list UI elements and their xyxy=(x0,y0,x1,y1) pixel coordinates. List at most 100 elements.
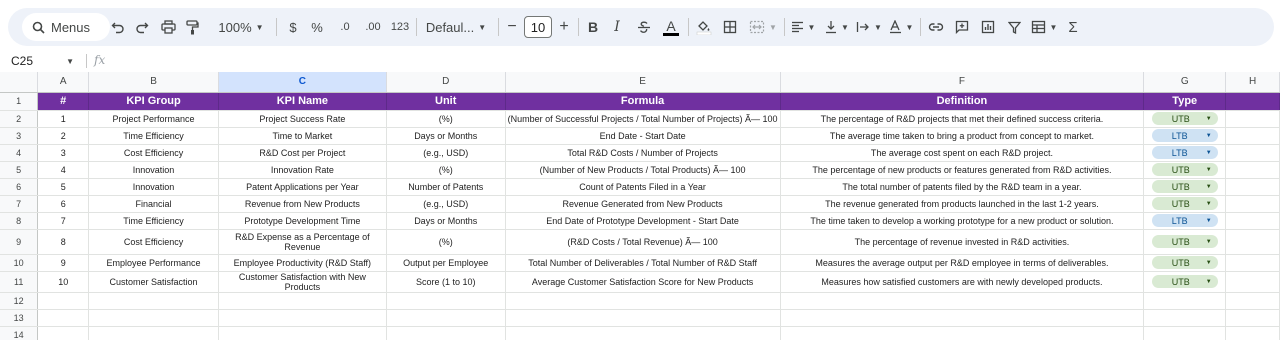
cell-name[interactable]: R&D Expense as a Percentage of Revenue xyxy=(218,229,387,255)
cell-group[interactable]: Time Efficiency xyxy=(88,212,219,230)
merge-cells-button[interactable]: ▼ xyxy=(746,8,780,46)
cell[interactable] xyxy=(88,309,219,327)
cell[interactable] xyxy=(88,292,219,310)
cell[interactable] xyxy=(1225,292,1280,310)
paint-format-button[interactable] xyxy=(182,8,202,46)
cell-group[interactable]: Time Efficiency xyxy=(88,127,219,145)
cell[interactable] xyxy=(37,309,90,327)
cell[interactable] xyxy=(1143,326,1227,340)
cell-n[interactable]: 4 xyxy=(37,161,90,179)
row-header-14[interactable]: 14 xyxy=(0,326,39,340)
type-cell[interactable]: UTB ▼ xyxy=(1143,271,1227,293)
cell-n[interactable]: 8 xyxy=(37,229,90,255)
cell-formula[interactable]: (Number of Successful Projects / Total N… xyxy=(505,110,781,128)
row-header-5[interactable]: 5 xyxy=(0,161,39,179)
currency-format-button[interactable]: $ xyxy=(284,8,302,46)
cell-formula[interactable]: End Date of Prototype Development - Star… xyxy=(505,212,781,230)
type-cell[interactable]: LTB ▼ xyxy=(1143,212,1227,230)
more-formats-button[interactable]: 123 xyxy=(388,8,412,46)
decrease-font-size-button[interactable]: − xyxy=(504,8,520,46)
row-header-11[interactable]: 11 xyxy=(0,271,39,293)
row-header-8[interactable]: 8 xyxy=(0,212,39,230)
font-family-select[interactable]: Defaul... ▼ xyxy=(420,8,492,46)
type-cell[interactable]: LTB ▼ xyxy=(1143,127,1227,145)
cell[interactable] xyxy=(1225,309,1280,327)
filter-views-button[interactable]: ▼ xyxy=(1028,8,1060,46)
borders-button[interactable] xyxy=(720,8,740,46)
cell-n[interactable]: 6 xyxy=(37,195,90,213)
cell-unit[interactable]: (%) xyxy=(386,110,506,128)
type-cell[interactable]: LTB ▼ xyxy=(1143,144,1227,162)
cell-formula[interactable]: Revenue Generated from New Products xyxy=(505,195,781,213)
cell-unit[interactable]: Number of Patents xyxy=(386,178,506,196)
row-header-9[interactable]: 9 xyxy=(0,229,39,255)
cell-formula[interactable]: Count of Patents Filed in a Year xyxy=(505,178,781,196)
cell[interactable] xyxy=(1225,178,1280,196)
cell-unit[interactable]: Score (1 to 10) xyxy=(386,271,506,293)
print-button[interactable] xyxy=(158,8,178,46)
cell-name[interactable]: Revenue from New Products xyxy=(218,195,387,213)
cell[interactable] xyxy=(1143,309,1227,327)
cell-group[interactable]: Project Performance xyxy=(88,110,219,128)
type-cell[interactable]: UTB ▼ xyxy=(1143,161,1227,179)
column-title[interactable]: Unit xyxy=(386,92,506,111)
select-all-corner[interactable] xyxy=(0,72,39,93)
name-box[interactable]: C25 ▼ xyxy=(8,52,80,70)
type-cell[interactable]: UTB ▼ xyxy=(1143,110,1227,128)
cell-unit[interactable]: Days or Months xyxy=(386,212,506,230)
cell[interactable] xyxy=(386,309,506,327)
cell-n[interactable]: 10 xyxy=(37,271,90,293)
cell-name[interactable]: Customer Satisfaction with New Products xyxy=(218,271,387,293)
cell-definition[interactable]: The percentage of R&D projects that met … xyxy=(780,110,1145,128)
redo-button[interactable] xyxy=(132,8,152,46)
strikethrough-button[interactable] xyxy=(634,8,654,46)
cell-definition[interactable]: The percentage of new products or featur… xyxy=(780,161,1145,179)
column-title[interactable]: KPI Name xyxy=(218,92,387,111)
cell-definition[interactable]: The time taken to develop a working prot… xyxy=(780,212,1145,230)
column-header-h[interactable]: H xyxy=(1225,72,1280,93)
column-header-d[interactable]: D xyxy=(386,72,506,93)
row-header-2[interactable]: 2 xyxy=(0,110,39,128)
cell-unit[interactable]: (%) xyxy=(386,229,506,255)
cell[interactable] xyxy=(1225,92,1280,111)
type-dropdown-chip[interactable]: UTB ▼ xyxy=(1151,275,1218,288)
cell-definition[interactable]: The percentage of revenue invested in R&… xyxy=(780,229,1145,255)
italic-button[interactable]: I xyxy=(608,8,626,46)
insert-link-button[interactable] xyxy=(926,8,946,46)
cell[interactable] xyxy=(1225,229,1280,255)
type-dropdown-chip[interactable]: UTB ▼ xyxy=(1151,235,1218,248)
column-title[interactable]: KPI Group xyxy=(88,92,219,111)
column-header-e[interactable]: E xyxy=(505,72,781,93)
row-header-13[interactable]: 13 xyxy=(0,309,39,327)
column-header-a[interactable]: A xyxy=(37,72,90,93)
cell[interactable] xyxy=(505,326,781,340)
type-dropdown-chip[interactable]: LTB ▼ xyxy=(1151,214,1218,227)
type-dropdown-chip[interactable]: UTB ▼ xyxy=(1151,256,1218,269)
cell-n[interactable]: 2 xyxy=(37,127,90,145)
cell-formula[interactable]: (R&D Costs / Total Revenue) Ã— 100 xyxy=(505,229,781,255)
bold-button[interactable]: B xyxy=(584,8,602,46)
cell-unit[interactable]: (e.g., USD) xyxy=(386,195,506,213)
cell-formula[interactable]: Total Number of Deliverables / Total Num… xyxy=(505,254,781,272)
cell-group[interactable]: Innovation xyxy=(88,178,219,196)
column-title[interactable]: # xyxy=(37,92,90,111)
cell-name[interactable]: Innovation Rate xyxy=(218,161,387,179)
decrease-decimal-button[interactable]: .0 xyxy=(332,8,358,46)
text-color-button[interactable]: A xyxy=(660,8,682,46)
cell-unit[interactable]: (e.g., USD) xyxy=(386,144,506,162)
cell[interactable] xyxy=(1225,195,1280,213)
cell-n[interactable]: 1 xyxy=(37,110,90,128)
functions-button[interactable]: Σ xyxy=(1064,8,1082,46)
cell-n[interactable]: 3 xyxy=(37,144,90,162)
type-cell[interactable]: UTB ▼ xyxy=(1143,229,1227,255)
cell[interactable] xyxy=(1225,161,1280,179)
menus-search-button[interactable]: Menus xyxy=(22,13,110,41)
cell-group[interactable]: Cost Efficiency xyxy=(88,144,219,162)
type-cell[interactable]: UTB ▼ xyxy=(1143,254,1227,272)
cell[interactable] xyxy=(1225,212,1280,230)
cell[interactable] xyxy=(37,326,90,340)
cell-formula[interactable]: Average Customer Satisfaction Score for … xyxy=(505,271,781,293)
cell-unit[interactable]: (%) xyxy=(386,161,506,179)
vertical-align-button[interactable]: ▼ xyxy=(822,8,852,46)
font-size-input[interactable]: 10 xyxy=(524,16,552,38)
